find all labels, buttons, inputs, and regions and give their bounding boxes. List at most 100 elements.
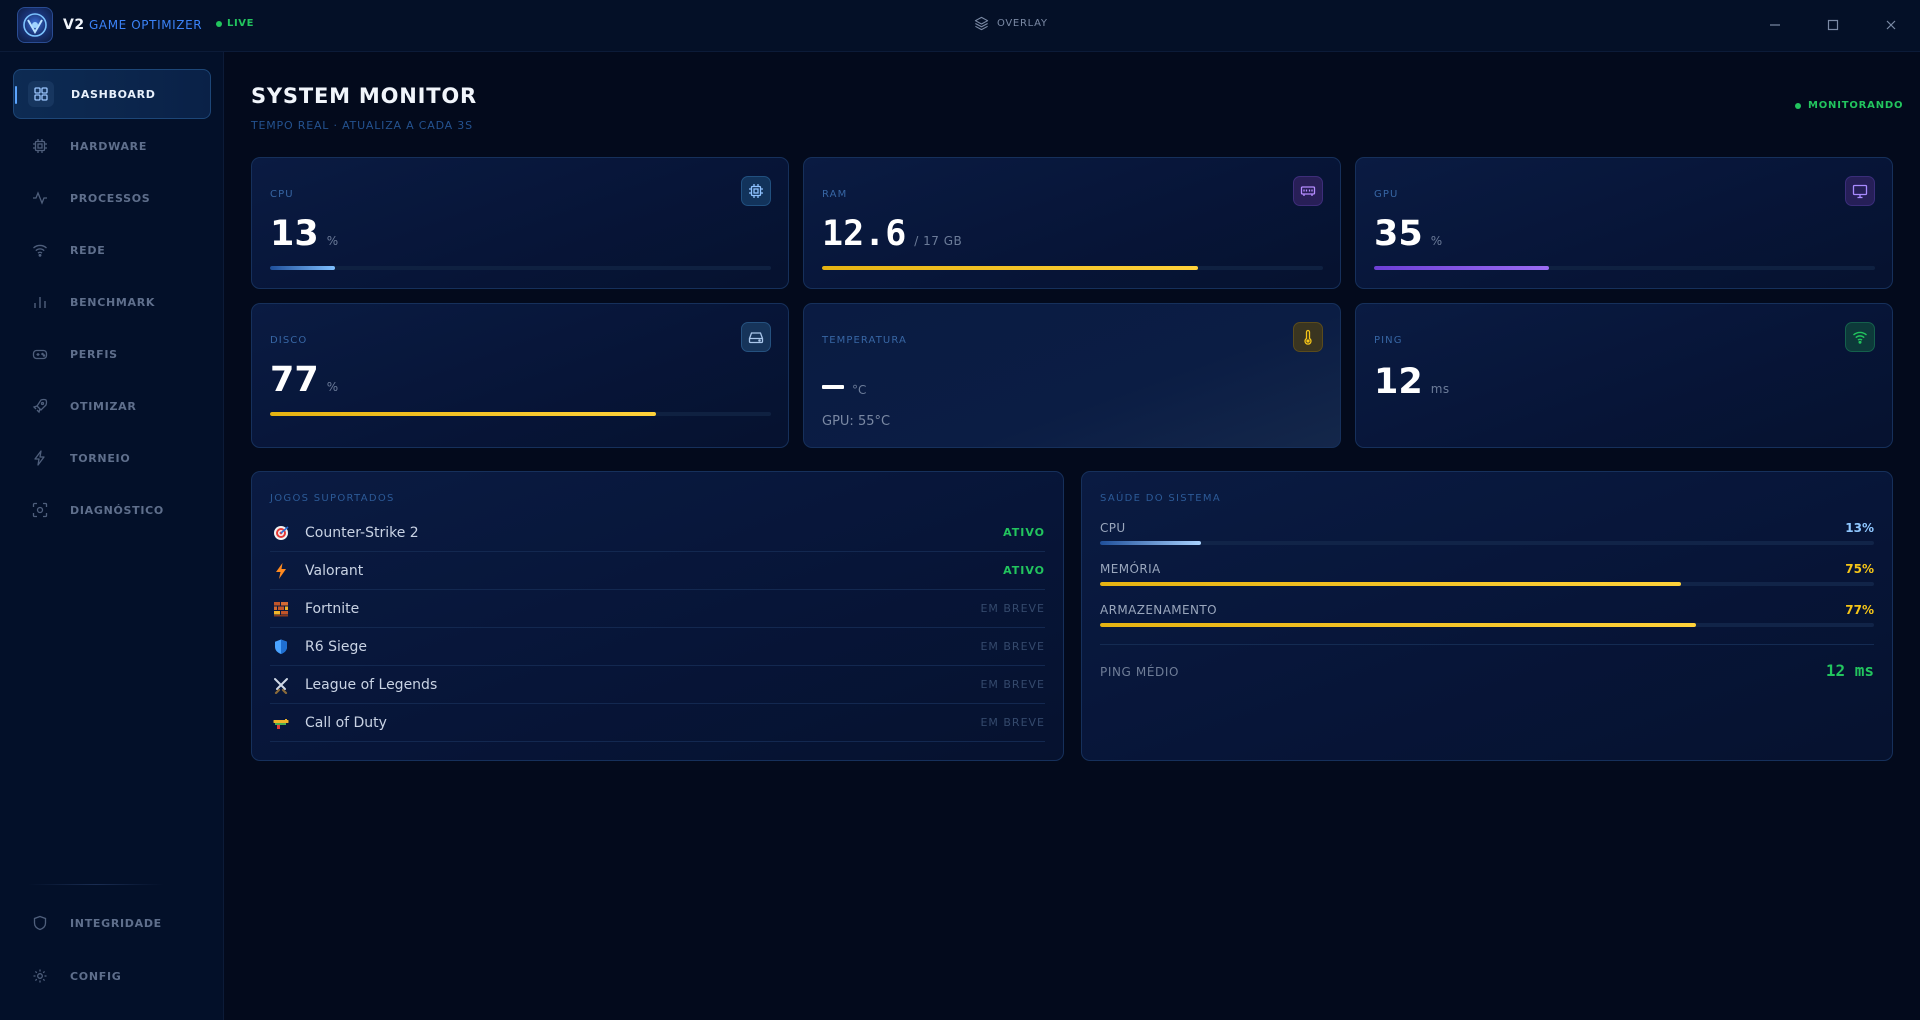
status-badge: EM BREVE <box>980 640 1045 653</box>
wifi-icon <box>27 237 53 263</box>
value-number: 35 <box>1374 214 1423 254</box>
disk-card: DISCO 77 % <box>251 303 789 448</box>
cpu-progress-bar <box>270 266 771 270</box>
ram-progress-bar <box>822 266 1323 270</box>
supported-games-panel: JOGOS SUPORTADOS Counter-Strike 2 ATIVO … <box>251 471 1064 761</box>
sidebar-item-diagnostico[interactable]: DIAGNÓSTICO <box>13 485 211 535</box>
health-value: 75% <box>1845 562 1874 576</box>
value-unit: ms <box>1430 382 1450 396</box>
close-button[interactable] <box>1880 14 1902 36</box>
sidebar-item-benchmark[interactable]: BENCHMARK <box>13 277 211 327</box>
minimize-button[interactable] <box>1764 14 1786 36</box>
health-row-memoria: MEMÓRIA 75% <box>1100 562 1874 598</box>
value-unit: / 17 GB <box>914 234 963 248</box>
sidebar-item-label: HARDWARE <box>70 139 148 153</box>
sidebar-item-rede[interactable]: REDE <box>13 225 211 275</box>
sidebar-item-perfis[interactable]: PERFIS <box>13 329 211 379</box>
progress-fill <box>1374 266 1550 270</box>
status-badge: EM BREVE <box>980 602 1045 615</box>
value-unit: °C <box>852 383 867 397</box>
progress-fill <box>1100 541 1201 545</box>
app-short-name: V2 <box>63 17 85 33</box>
gamepad-icon <box>27 341 53 367</box>
game-row-fortnite[interactable]: Fortnite EM BREVE <box>270 590 1045 628</box>
overlay-label: OVERLAY <box>997 18 1048 29</box>
status-badge: ATIVO <box>1003 526 1045 539</box>
value-number: 12.6 <box>822 214 907 254</box>
disk-value: 77 % <box>270 360 339 400</box>
page-subtitle: TEMPO REAL · ATUALIZA A CADA 3S <box>251 119 473 132</box>
card-label: PING <box>1374 335 1403 346</box>
game-row-league-of-legends[interactable]: League of Legends EM BREVE <box>270 666 1045 704</box>
game-row-cs2[interactable]: Counter-Strike 2 ATIVO <box>270 514 1045 552</box>
sidebar-item-integridade[interactable]: INTEGRIDADE <box>13 898 211 948</box>
ram-value: 12.6 / 17 GB <box>822 214 962 254</box>
ping-card: PING 12 ms <box>1355 303 1893 448</box>
cpu-value: 13 % <box>270 214 339 254</box>
value-number: 12 <box>1374 362 1423 402</box>
sidebar-item-dashboard[interactable]: DASHBOARD <box>13 69 211 119</box>
live-indicator: LIVE <box>216 18 254 29</box>
sidebar-item-label: DASHBOARD <box>71 87 156 101</box>
average-ping-value: 12 ms <box>1825 661 1874 680</box>
app-name: GAME OPTIMIZER <box>89 18 203 32</box>
monitoring-status: MONITORANDO <box>1795 100 1903 111</box>
progress-fill <box>1100 623 1696 627</box>
disk-progress-bar <box>270 412 771 416</box>
shield-icon <box>27 910 53 936</box>
status-badge: EM BREVE <box>980 716 1045 729</box>
health-progress-bar <box>1100 582 1874 586</box>
sidebar-divider <box>28 884 164 885</box>
value-unit: % <box>326 234 339 248</box>
live-dot-icon <box>216 20 222 27</box>
gpu-progress-bar <box>1374 266 1875 270</box>
sidebar-item-label: TORNEIO <box>70 451 131 465</box>
gun-icon <box>270 712 292 734</box>
swords-icon <box>270 674 292 696</box>
health-row-armazenamento: ARMAZENAMENTO 77% <box>1100 603 1874 639</box>
game-name: Call of Duty <box>305 714 387 731</box>
health-progress-bar <box>1100 623 1874 627</box>
health-value: 77% <box>1845 603 1874 617</box>
sidebar-item-label: DIAGNÓSTICO <box>70 503 164 517</box>
wifi-icon <box>1845 322 1875 352</box>
panel-title: SAÚDE DO SISTEMA <box>1100 493 1221 504</box>
maximize-icon <box>1827 19 1839 31</box>
minimize-icon <box>1770 24 1780 26</box>
sidebar-item-hardware[interactable]: HARDWARE <box>13 121 211 171</box>
sidebar-item-processos[interactable]: PROCESSOS <box>13 173 211 223</box>
health-progress-bar <box>1100 541 1874 545</box>
status-badge: ATIVO <box>1003 564 1045 577</box>
sidebar-item-label: INTEGRIDADE <box>70 916 162 930</box>
temperature-card: TEMPERATURA °C GPU: 55°C <box>803 303 1341 448</box>
game-row-valorant[interactable]: Valorant ATIVO <box>270 552 1045 590</box>
live-label: LIVE <box>227 18 255 29</box>
chip-icon <box>741 176 771 206</box>
game-name: League of Legends <box>305 676 438 693</box>
ram-card: RAM 12.6 / 17 GB <box>803 157 1341 289</box>
game-row-r6-siege[interactable]: R6 Siege EM BREVE <box>270 628 1045 666</box>
sidebar-item-otimizar[interactable]: OTIMIZAR <box>13 381 211 431</box>
bar-chart-icon <box>27 289 53 315</box>
sidebar-item-config[interactable]: CONFIG <box>13 951 211 1001</box>
health-row-cpu: CPU 13% <box>1100 521 1874 557</box>
thermometer-icon <box>1293 322 1323 352</box>
sidebar-item-torneio[interactable]: TORNEIO <box>13 433 211 483</box>
health-value: 13% <box>1845 521 1874 535</box>
value-number: 13 <box>270 214 319 254</box>
ping-value: 12 ms <box>1374 362 1450 402</box>
sidebar-item-label: PERFIS <box>70 347 118 361</box>
maximize-button[interactable] <box>1822 14 1844 36</box>
scan-icon <box>27 497 53 523</box>
gpu-temperature: GPU: 55°C <box>822 414 891 429</box>
chip-icon <box>27 133 53 159</box>
game-row-call-of-duty[interactable]: Call of Duty EM BREVE <box>270 704 1045 742</box>
overlay-button[interactable]: OVERLAY <box>974 16 1048 31</box>
layers-icon <box>974 16 989 31</box>
page-title: SYSTEM MONITOR <box>251 84 478 108</box>
card-label: GPU <box>1374 189 1399 200</box>
sidebar-item-label: REDE <box>70 243 106 257</box>
rocket-icon <box>27 393 53 419</box>
app-logo <box>17 7 53 43</box>
hard-drive-icon <box>741 322 771 352</box>
